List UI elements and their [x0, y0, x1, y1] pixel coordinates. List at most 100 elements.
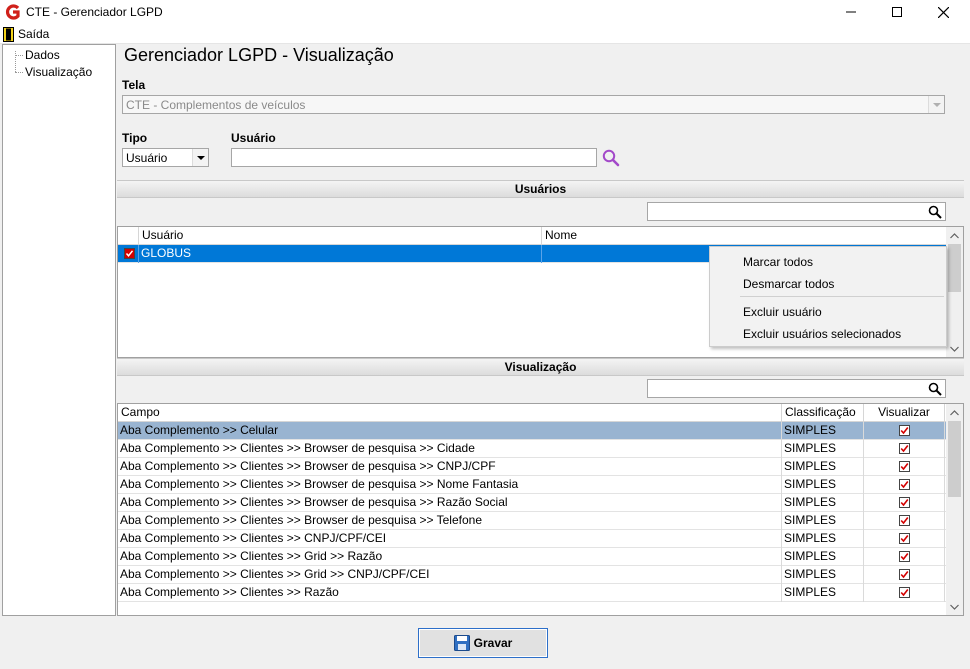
cell-visualizar[interactable]	[864, 548, 945, 566]
checkbox[interactable]	[898, 533, 910, 544]
checkbox[interactable]	[898, 443, 910, 454]
table-row[interactable]: Aba Complemento >> Clientes >> Grid >> C…	[118, 566, 948, 584]
column-header-nome[interactable]: Nome	[542, 227, 948, 245]
visualizacao-search-input[interactable]	[647, 379, 946, 398]
window-title: CTE - Gerenciador LGPD	[26, 5, 163, 19]
cell-classificacao: SIMPLES	[782, 440, 864, 458]
minimize-button[interactable]	[828, 0, 874, 24]
cell-classificacao: SIMPLES	[782, 422, 864, 440]
scroll-down-icon[interactable]	[946, 340, 963, 357]
table-row[interactable]: Aba Complemento >> Clientes >> Browser d…	[118, 458, 948, 476]
cell-campo: Aba Complemento >> Clientes >> Browser d…	[118, 440, 782, 458]
scroll-up-icon[interactable]	[946, 227, 963, 244]
cell-campo: Aba Complemento >> Clientes >> Grid >> C…	[118, 566, 782, 584]
menu-saida-label: Saída	[18, 27, 50, 41]
cell-campo: Aba Complemento >> Clientes >> CNPJ/CPF/…	[118, 530, 782, 548]
cell-campo: Aba Complemento >> Clientes >> Browser d…	[118, 512, 782, 530]
cell-campo: Aba Complemento >> Clientes >> Browser d…	[118, 458, 782, 476]
checkbox[interactable]	[898, 587, 910, 598]
checkbox[interactable]	[898, 515, 910, 526]
cell-visualizar[interactable]	[864, 458, 945, 476]
usuario-input[interactable]	[231, 148, 597, 167]
tree-connector	[15, 72, 23, 73]
cell-campo: Aba Complemento >> Celular	[118, 422, 782, 440]
cell-visualizar[interactable]	[864, 476, 945, 494]
checkbox[interactable]	[898, 461, 910, 472]
menu-item-marcar-todos[interactable]: Marcar todos	[743, 255, 813, 269]
checkbox[interactable]	[898, 479, 910, 490]
visualizacao-scrollbar[interactable]	[946, 404, 963, 615]
cell-visualizar[interactable]	[864, 440, 945, 458]
search-icon[interactable]	[601, 148, 621, 168]
cell-visualizar[interactable]	[864, 530, 945, 548]
tela-label: Tela	[122, 78, 146, 92]
table-row[interactable]: Aba Complemento >> Clientes >> CNPJ/CPF/…	[118, 530, 948, 548]
page-title: Gerenciador LGPD - Visualização	[124, 45, 394, 65]
cell-visualizar[interactable]	[864, 494, 945, 512]
tela-select-value: CTE - Complementos de veículos	[126, 98, 306, 112]
usuarios-scrollbar[interactable]	[946, 227, 963, 357]
table-row[interactable]: Aba Complemento >> Clientes >> Grid >> R…	[118, 548, 948, 566]
checkbox[interactable]	[898, 425, 910, 436]
cell-classificacao: SIMPLES	[782, 548, 864, 566]
cell-classificacao: SIMPLES	[782, 458, 864, 476]
scroll-thumb[interactable]	[948, 244, 961, 292]
maximize-button[interactable]	[874, 0, 920, 24]
gravar-label: Gravar	[473, 636, 513, 650]
table-row[interactable]: Aba Complemento >> Clientes >> Browser d…	[118, 512, 948, 530]
navigation-tree: Dados Visualização	[2, 44, 116, 616]
search-icon[interactable]	[928, 382, 942, 396]
exit-door-icon	[3, 26, 14, 42]
table-row[interactable]: Aba Complemento >> Clientes >> Browser d…	[118, 440, 948, 458]
cell-visualizar[interactable]	[864, 422, 945, 440]
column-header-select[interactable]	[118, 227, 139, 245]
checkbox[interactable]	[898, 569, 910, 580]
cell-campo: Aba Complemento >> Clientes >> Browser d…	[118, 476, 782, 494]
cell-classificacao: SIMPLES	[782, 584, 864, 602]
close-button[interactable]	[920, 0, 966, 24]
menu-bar: Saída	[0, 24, 970, 44]
cell-visualizar[interactable]	[864, 584, 945, 602]
tree-item-visualizacao[interactable]: Visualização	[25, 65, 92, 79]
scroll-up-icon[interactable]	[946, 404, 963, 421]
cell-classificacao: SIMPLES	[782, 476, 864, 494]
cell-campo: Aba Complemento >> Clientes >> Razão	[118, 584, 782, 602]
column-header-classificacao[interactable]: Classificação	[782, 404, 864, 422]
checkbox[interactable]	[123, 248, 135, 259]
cell-campo: Aba Complemento >> Clientes >> Grid >> R…	[118, 548, 782, 566]
tree-item-dados[interactable]: Dados	[25, 48, 60, 62]
gravar-button[interactable]: Gravar	[418, 628, 548, 658]
menu-item-desmarcar-todos[interactable]: Desmarcar todos	[743, 277, 834, 291]
menu-item-excluir-usuarios-selecionados[interactable]: Excluir usuários selecionados	[743, 327, 901, 341]
cell-visualizar[interactable]	[864, 512, 945, 530]
table-row[interactable]: Aba Complemento >> Clientes >> Browser d…	[118, 494, 948, 512]
row-select-cell[interactable]	[118, 245, 139, 263]
column-header-campo[interactable]: Campo	[118, 404, 782, 422]
menu-separator	[740, 296, 944, 297]
cell-classificacao: SIMPLES	[782, 494, 864, 512]
scroll-down-icon[interactable]	[946, 598, 963, 615]
visualizacao-grid-header: Campo Classificação Visualizar	[118, 404, 948, 422]
chevron-down-icon[interactable]	[192, 149, 208, 166]
table-row[interactable]: Aba Complemento >> Clientes >> Razão SIMP…	[118, 584, 948, 602]
checkbox[interactable]	[898, 551, 910, 562]
chevron-down-icon[interactable]	[928, 96, 944, 113]
tipo-select[interactable]: Usuário	[122, 148, 209, 167]
usuario-label: Usuário	[231, 131, 276, 145]
tree-connector	[15, 55, 23, 56]
tela-select[interactable]: CTE - Complementos de veículos	[122, 95, 945, 114]
cell-visualizar[interactable]	[864, 566, 945, 584]
title-bar: CTE - Gerenciador LGPD	[0, 0, 970, 24]
column-header-usuario[interactable]: Usuário	[139, 227, 542, 245]
table-row[interactable]: Aba Complemento >> Celular SIMPLES	[118, 422, 948, 440]
visualizacao-grid: Campo Classificação Visualizar Aba Compl…	[117, 403, 964, 616]
usuarios-search-input[interactable]	[647, 202, 946, 221]
scroll-thumb[interactable]	[948, 421, 961, 497]
table-row[interactable]: Aba Complemento >> Clientes >> Browser d…	[118, 476, 948, 494]
checkbox[interactable]	[898, 497, 910, 508]
search-icon[interactable]	[928, 205, 942, 219]
menu-item-excluir-usuario[interactable]: Excluir usuário	[743, 305, 822, 319]
column-header-visualizar[interactable]: Visualizar	[864, 404, 945, 422]
save-icon	[453, 635, 470, 651]
menu-saida[interactable]: Saída	[3, 26, 49, 42]
